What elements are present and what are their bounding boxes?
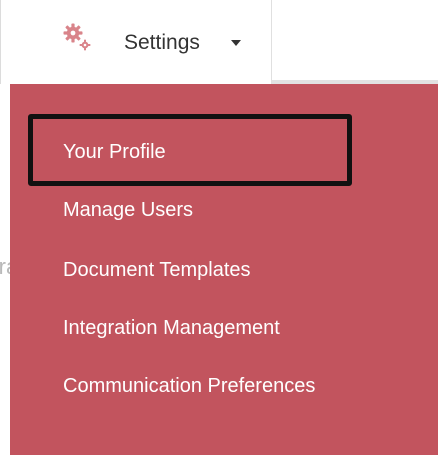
nav-left-divider [0,0,10,84]
settings-dropdown-menu: Your Profile Manage Users Document Templ… [10,84,438,455]
settings-label[interactable]: Settings [124,28,200,58]
menu-item-manage-users[interactable]: Manage Users [63,197,193,223]
gear-icon [63,23,91,51]
top-navbar: Settings [0,0,438,88]
page: Settings Bran Your Profile Manage Users … [0,0,438,455]
menu-item-your-profile[interactable]: Your Profile [63,139,166,165]
menu-item-communication-preferences[interactable]: Communication Preferences [63,373,315,399]
menu-item-integration-management[interactable]: Integration Management [63,315,280,341]
settings-dropdown-toggle[interactable]: Settings [10,0,272,84]
menu-item-document-templates[interactable]: Document Templates [63,257,251,283]
caret-down-icon [231,40,241,46]
